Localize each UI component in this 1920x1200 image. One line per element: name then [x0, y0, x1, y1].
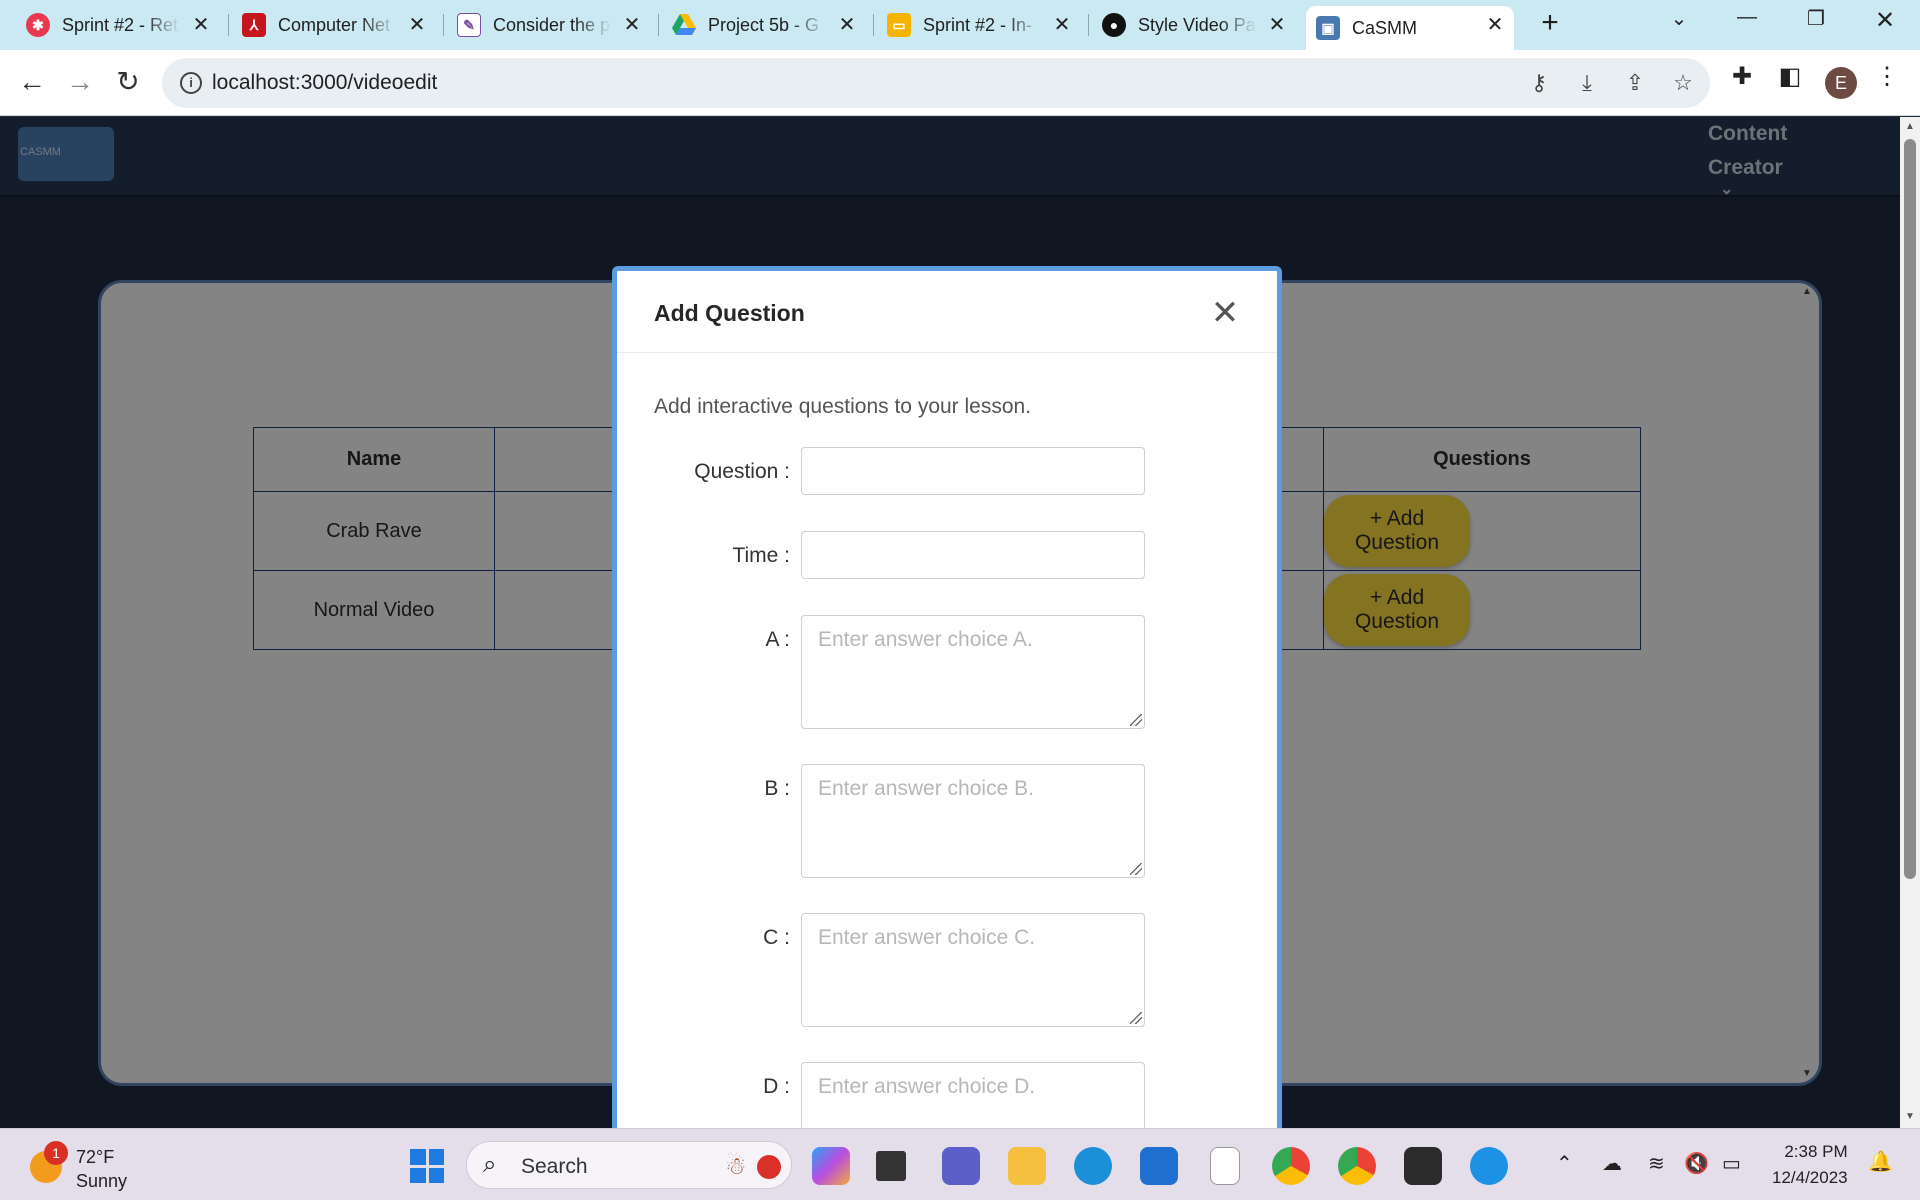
tab-sprint2-retro[interactable]: ✱ Sprint #2 - Ret ✕: [16, 6, 220, 44]
teams-chat-icon[interactable]: [942, 1147, 980, 1185]
bookmark-star-icon[interactable]: ☆: [1670, 70, 1696, 96]
install-icon[interactable]: ⤓: [1574, 70, 1600, 96]
address-bar[interactable]: i localhost:3000/videoedit ⚷ ⤓ ⇪ ☆: [162, 58, 1710, 108]
weather-condition: Sunny: [76, 1171, 128, 1191]
share-icon[interactable]: ⇪: [1622, 70, 1648, 96]
google-slides-icon: ▭: [887, 13, 911, 37]
volume-muted-icon[interactable]: 🔇: [1684, 1151, 1709, 1176]
close-tab-icon[interactable]: ✕: [836, 14, 858, 36]
back-icon[interactable]: ←: [14, 64, 50, 100]
github-icon: ●: [1102, 13, 1126, 37]
battery-icon[interactable]: ▭: [1722, 1151, 1741, 1176]
close-icon[interactable]: ✕: [1205, 293, 1245, 333]
time-input[interactable]: [801, 531, 1145, 579]
close-tab-icon[interactable]: ✕: [406, 14, 428, 36]
url-text: localhost:3000/videoedit: [212, 71, 438, 94]
file-explorer-icon[interactable]: [1008, 1147, 1046, 1185]
reload-icon[interactable]: ↻: [110, 64, 146, 100]
search-icon: ⌕: [483, 1151, 497, 1178]
document-icon: ✎: [457, 13, 481, 37]
wifi-icon[interactable]: ≋: [1648, 1151, 1665, 1176]
close-tab-icon[interactable]: ✕: [1266, 14, 1288, 36]
close-window-icon[interactable]: ✕: [1865, 6, 1905, 35]
docker-icon[interactable]: [1470, 1147, 1508, 1185]
site-info-icon[interactable]: i: [180, 72, 202, 94]
close-tab-icon[interactable]: ✕: [621, 14, 643, 36]
tab-sprint2-in[interactable]: ▭ Sprint #2 - In- ✕: [877, 6, 1081, 44]
start-button[interactable]: [410, 1149, 444, 1183]
taskbar-search[interactable]: ⌕ Search ☃: [466, 1141, 792, 1189]
answer-a-textarea[interactable]: Enter answer choice A.: [801, 615, 1145, 729]
resize-handle-icon[interactable]: [1130, 714, 1142, 726]
question-input[interactable]: [801, 447, 1145, 495]
weather-temp: 72°F: [76, 1147, 115, 1167]
chevron-up-icon[interactable]: ⌃: [1556, 1151, 1573, 1176]
scroll-down-icon[interactable]: ▼: [1905, 1111, 1915, 1122]
side-panel-icon[interactable]: ◧: [1775, 62, 1805, 92]
tab-search-icon[interactable]: ⌄: [1659, 6, 1699, 31]
app-page: CASMM Content Creator ⌄ ▲ ▼ Name Questio…: [0, 117, 1920, 1128]
tab-casmm[interactable]: ▣ CaSMM ✕: [1306, 6, 1514, 50]
close-tab-icon[interactable]: ✕: [190, 14, 212, 36]
restore-icon[interactable]: ❐: [1796, 6, 1836, 31]
copilot-icon[interactable]: [812, 1147, 850, 1185]
tab-separator: [1088, 14, 1089, 36]
gingerbread-icon: ☃: [725, 1153, 747, 1180]
close-tab-icon[interactable]: ✕: [1484, 14, 1506, 36]
tab-separator: [443, 14, 444, 36]
time-label: Time :: [732, 544, 790, 567]
chrome-active-icon[interactable]: [1338, 1147, 1376, 1185]
menu-kebab-icon[interactable]: ⋮: [1872, 62, 1902, 92]
question-label: Question :: [694, 460, 790, 483]
answer-d-label: D :: [763, 1075, 790, 1098]
tab-separator: [658, 14, 659, 36]
casmm-icon: ▣: [1316, 16, 1340, 40]
scrollbar-thumb[interactable]: [1904, 139, 1916, 879]
pdf-icon: ⅄: [242, 13, 266, 37]
key-icon[interactable]: ⚷: [1526, 70, 1552, 96]
cloud-icon[interactable]: ☁: [1602, 1151, 1622, 1176]
modal-description: Add interactive questions to your lesson…: [654, 395, 1032, 418]
notifications-bell-icon[interactable]: 🔔: [1868, 1149, 1893, 1174]
resize-handle-icon[interactable]: [1130, 863, 1142, 875]
asana-icon: ✱: [26, 13, 50, 37]
notification-badge: 1: [44, 1141, 68, 1165]
resize-handle-icon[interactable]: [1130, 1012, 1142, 1024]
answer-c-label: C :: [763, 926, 790, 949]
scroll-up-icon[interactable]: ▲: [1905, 121, 1915, 132]
modal-header: Add Question ✕: [617, 271, 1277, 353]
answer-b-textarea[interactable]: Enter answer choice B.: [801, 764, 1145, 878]
tab-project-5b[interactable]: Project 5b - G ✕: [662, 6, 866, 44]
answer-b-label: B :: [764, 777, 790, 800]
profile-avatar[interactable]: E: [1825, 67, 1857, 99]
extensions-icon[interactable]: ✚: [1727, 62, 1757, 92]
page-scrollbar[interactable]: ▲ ▼: [1900, 117, 1920, 1128]
tab-strip: ✱ Sprint #2 - Ret ✕ ⅄ Computer Net ✕ ✎ C…: [0, 0, 1920, 50]
tab-style-video[interactable]: ● Style Video Pa ✕: [1092, 6, 1296, 44]
notepad-icon[interactable]: [1210, 1147, 1240, 1185]
google-drive-icon: [672, 13, 696, 37]
chrome-icon[interactable]: [1272, 1147, 1310, 1185]
store-icon[interactable]: [1140, 1147, 1178, 1185]
clock[interactable]: 2:38 PM 12/4/2023: [1772, 1139, 1848, 1191]
ornament-icon: [757, 1155, 781, 1179]
answer-d-textarea[interactable]: Enter answer choice D.: [801, 1062, 1145, 1128]
edge-icon[interactable]: [1074, 1147, 1112, 1185]
forward-icon[interactable]: →: [62, 64, 98, 100]
modal-title: Add Question: [654, 300, 805, 326]
new-tab-icon[interactable]: +: [1534, 8, 1566, 40]
answer-c-textarea[interactable]: Enter answer choice C.: [801, 913, 1145, 1027]
tab-computer-networks[interactable]: ⅄ Computer Net ✕: [232, 6, 436, 44]
task-view-icon[interactable]: [876, 1151, 906, 1181]
tab-separator: [873, 14, 874, 36]
tab-separator: [228, 14, 229, 36]
taskbar: 1 72°F Sunny ⌕ Search ☃ ⌃ ☁ ≋ 🔇 ▭ 2:38 P…: [0, 1128, 1920, 1200]
close-tab-icon[interactable]: ✕: [1051, 14, 1073, 36]
tab-consider-the[interactable]: ✎ Consider the p ✕: [447, 6, 651, 44]
answer-a-label: A :: [765, 628, 790, 651]
terminal-icon[interactable]: [1404, 1147, 1442, 1185]
browser-toolbar: ← → ↻ i localhost:3000/videoedit ⚷ ⤓ ⇪ ☆: [0, 50, 1920, 116]
add-question-modal: Add Question ✕ Add interactive questions…: [612, 266, 1282, 1128]
minimize-icon[interactable]: —: [1727, 6, 1767, 29]
